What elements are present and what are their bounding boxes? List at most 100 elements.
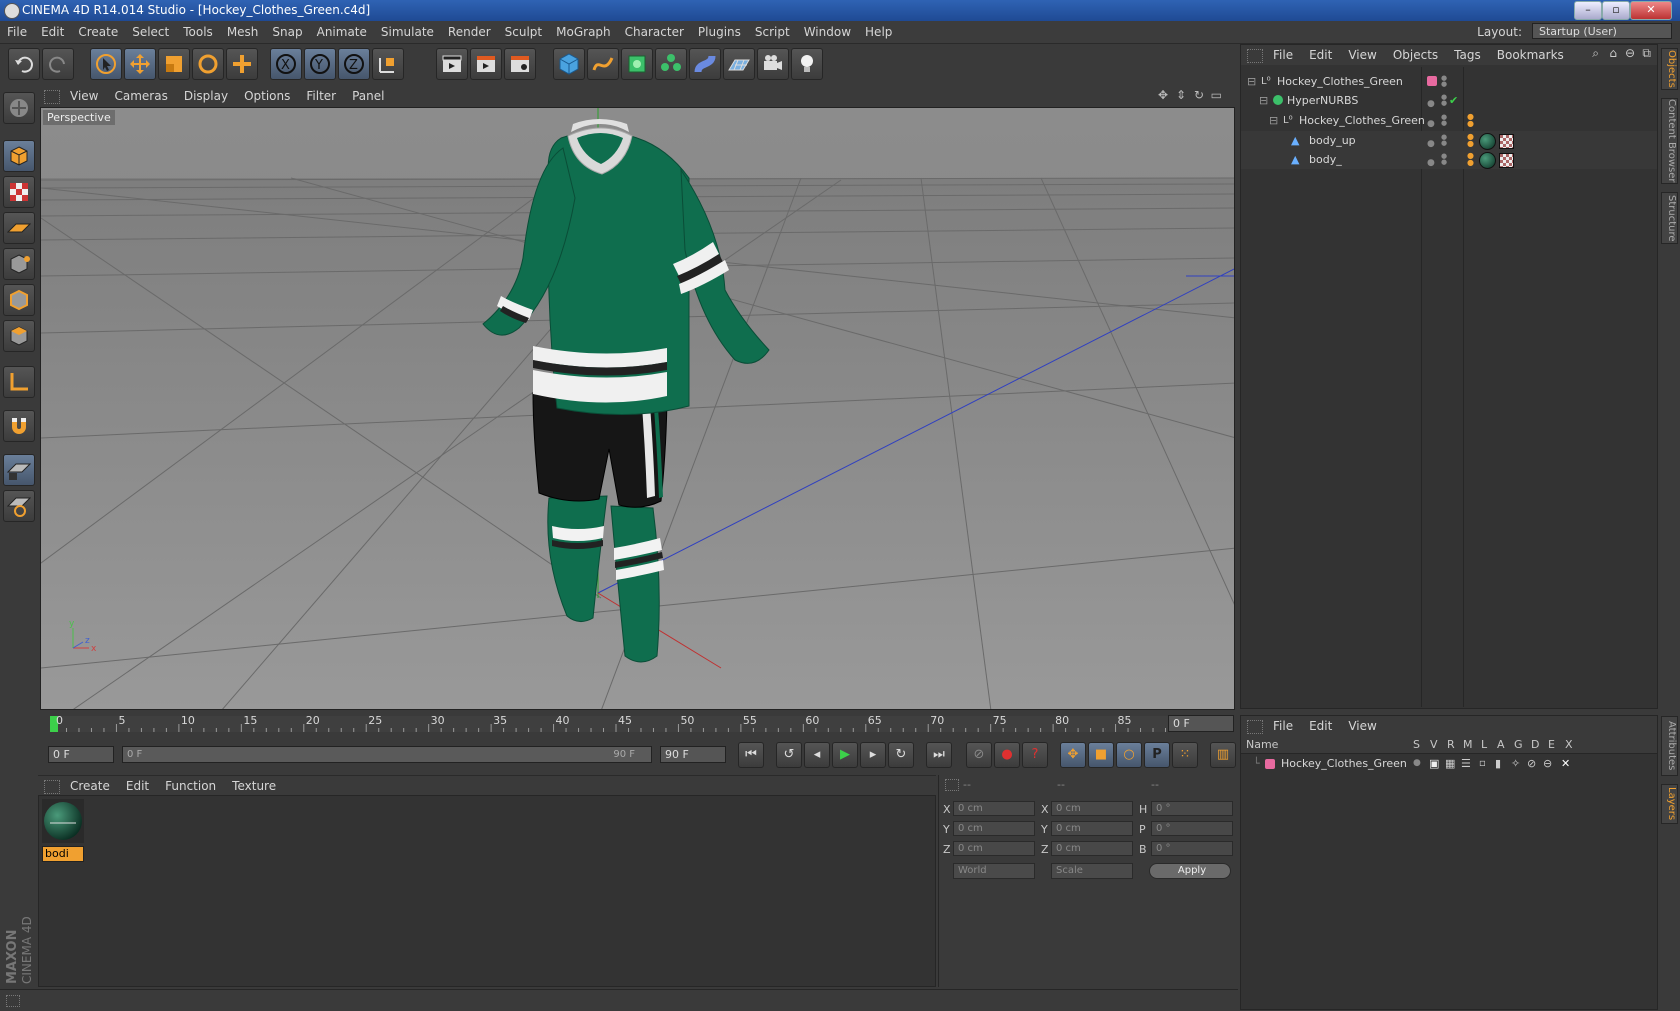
render-picture-viewer-button[interactable] [470, 48, 502, 80]
layer-solo-toggle[interactable]: ● [1413, 754, 1421, 773]
tab-content-browser[interactable]: Content Browser [1661, 98, 1678, 184]
layer-expressions-toggle[interactable]: ⊖ [1543, 754, 1552, 773]
objects-menu-edit[interactable]: Edit [1301, 45, 1340, 65]
menu-window[interactable]: Window [797, 21, 858, 43]
layers-menu-edit[interactable]: Edit [1301, 716, 1340, 736]
material-menu-function[interactable]: Function [157, 776, 224, 796]
material-tag-icon[interactable] [1479, 133, 1496, 150]
auto-keying-button[interactable]: ● [994, 742, 1020, 768]
objects-menu-file[interactable]: File [1265, 45, 1301, 65]
rotate-tool-button[interactable] [192, 48, 224, 80]
material-swatch[interactable]: bodi [42, 799, 84, 862]
locked-workplane-button[interactable] [3, 454, 35, 486]
menu-select[interactable]: Select [125, 21, 176, 43]
material-tag-icon[interactable] [1479, 152, 1496, 169]
texture-mode-button[interactable] [3, 176, 35, 208]
position-y-field[interactable]: 0 cm [953, 821, 1035, 836]
prev-frame-button[interactable]: ◂ [804, 742, 830, 768]
size-y-field[interactable]: 0 cm [1051, 821, 1133, 836]
viewport-menu-cameras[interactable]: Cameras [106, 86, 175, 106]
snap-button[interactable] [3, 410, 35, 442]
tab-layers[interactable]: Layers [1661, 784, 1678, 824]
record-keys-button[interactable]: ⊘ [966, 742, 992, 768]
render-view-button[interactable] [436, 48, 468, 80]
phong-tag-icon[interactable]: ● ● [1467, 152, 1474, 167]
layer-view-toggle[interactable]: ▣ [1429, 754, 1439, 773]
add-tool-button[interactable] [226, 48, 258, 80]
viewport-menu-view[interactable]: View [62, 86, 106, 106]
keyframe-selection-button[interactable]: ? [1022, 742, 1048, 768]
timeline-window-button[interactable]: ▥ [1210, 742, 1236, 768]
visibility-dots[interactable]: ● ● [1441, 134, 1447, 147]
layer-color-swatch[interactable] [1427, 76, 1437, 86]
editor-visibility-dot[interactable]: ● [1427, 154, 1435, 173]
goto-start-button[interactable]: ⏮ [738, 742, 764, 768]
perspective-viewport[interactable]: y x z Perspective [40, 107, 1235, 710]
tab-objects[interactable]: Objects [1661, 48, 1678, 90]
object-row[interactable]: ▲ body_ ● ● ● ● ● [1241, 150, 1657, 169]
menu-mograph[interactable]: MoGraph [549, 21, 618, 43]
viewport-menu-options[interactable]: Options [236, 86, 298, 106]
add-deformer-button[interactable] [689, 48, 721, 80]
y-axis-button[interactable]: Y [304, 48, 336, 80]
menu-simulate[interactable]: Simulate [374, 21, 441, 43]
planar-workplane-button[interactable] [3, 490, 35, 522]
layout-select[interactable]: Startup (User) [1532, 23, 1672, 39]
start-frame-field[interactable]: 0 F [48, 746, 114, 763]
layer-xref-toggle[interactable]: ✕ [1561, 754, 1570, 773]
search-icon[interactable]: ⌕ [1592, 46, 1599, 61]
layer-color-swatch[interactable] [1265, 759, 1275, 769]
edges-mode-button[interactable] [3, 284, 35, 316]
menu-tools[interactable]: Tools [176, 21, 220, 43]
object-row[interactable]: ▲ body_up ● ● ● ● ● [1241, 131, 1657, 150]
object-row[interactable]: ⊟ HyperNURBS ● ● ● ✔ [1241, 91, 1657, 110]
menu-edit[interactable]: Edit [34, 21, 71, 43]
scale-tool-button[interactable] [158, 48, 190, 80]
material-menu-create[interactable]: Create [62, 776, 118, 796]
axis-mode-button[interactable] [3, 366, 35, 398]
object-row[interactable]: ⊟ L⁰ Hockey_Clothes_Green ● ● [1241, 72, 1657, 91]
visibility-dots[interactable]: ● ● [1441, 114, 1447, 127]
objects-menu-bookmarks[interactable]: Bookmarks [1489, 45, 1572, 65]
collapse-icon[interactable]: ⊟ [1247, 72, 1256, 91]
layer-manager-toggle[interactable]: ☰ [1461, 754, 1471, 773]
size-mode-select[interactable]: Scale [1051, 863, 1133, 879]
layer-row[interactable]: └ Hockey_Clothes_Green ● ▣ ▦ ☰ ▫ ▮ ✧ ⊘ ⊖… [1241, 754, 1657, 773]
move-tool-button[interactable] [124, 48, 156, 80]
tab-structure[interactable]: Structure [1661, 192, 1678, 244]
objects-menu-view[interactable]: View [1340, 45, 1384, 65]
coordinate-mode-select[interactable]: World [953, 863, 1035, 879]
position-x-field[interactable]: 0 cm [953, 801, 1035, 816]
visibility-dots[interactable]: ● ● [1441, 75, 1447, 88]
viewport-zoom-icon[interactable]: ⇕ [1176, 88, 1186, 102]
undo-button[interactable] [8, 48, 40, 80]
key-parameter-button[interactable]: P [1144, 742, 1170, 768]
prev-key-button[interactable]: ↺ [776, 742, 802, 768]
add-camera-button[interactable] [757, 48, 789, 80]
collapse-icon[interactable]: ⊟ [1269, 111, 1278, 130]
uvw-tag-icon[interactable] [1499, 153, 1514, 168]
z-axis-button[interactable]: Z [338, 48, 370, 80]
key-pla-button[interactable]: ⁙ [1172, 742, 1198, 768]
objects-menu-objects[interactable]: Objects [1385, 45, 1446, 65]
coordinate-system-button[interactable] [372, 48, 404, 80]
key-scale-button[interactable]: ■ [1088, 742, 1114, 768]
filter-icon[interactable]: ⊖ [1625, 46, 1635, 60]
home-icon[interactable]: ⌂ [1609, 46, 1617, 60]
layer-generators-toggle[interactable]: ✧ [1511, 754, 1520, 773]
workplane-mode-button[interactable] [3, 212, 35, 244]
key-rotation-button[interactable]: ○ [1116, 742, 1142, 768]
maximize-button[interactable]: ▫ [1602, 1, 1630, 20]
play-button[interactable]: ▶ [832, 742, 858, 768]
add-nurbs-button[interactable] [621, 48, 653, 80]
current-frame-field[interactable]: 0 F [1168, 715, 1234, 732]
menu-render[interactable]: Render [441, 21, 498, 43]
layer-render-toggle[interactable]: ▦ [1445, 754, 1455, 773]
frame-range-slider[interactable]: 0 F 90 F [122, 746, 652, 763]
material-menu-edit[interactable]: Edit [118, 776, 157, 796]
new-window-icon[interactable]: ⧉ [1642, 46, 1651, 61]
viewport-move-icon[interactable]: ✥ [1158, 88, 1168, 102]
menu-help[interactable]: Help [858, 21, 899, 43]
points-mode-button[interactable] [3, 248, 35, 280]
render-settings-button[interactable] [504, 48, 536, 80]
